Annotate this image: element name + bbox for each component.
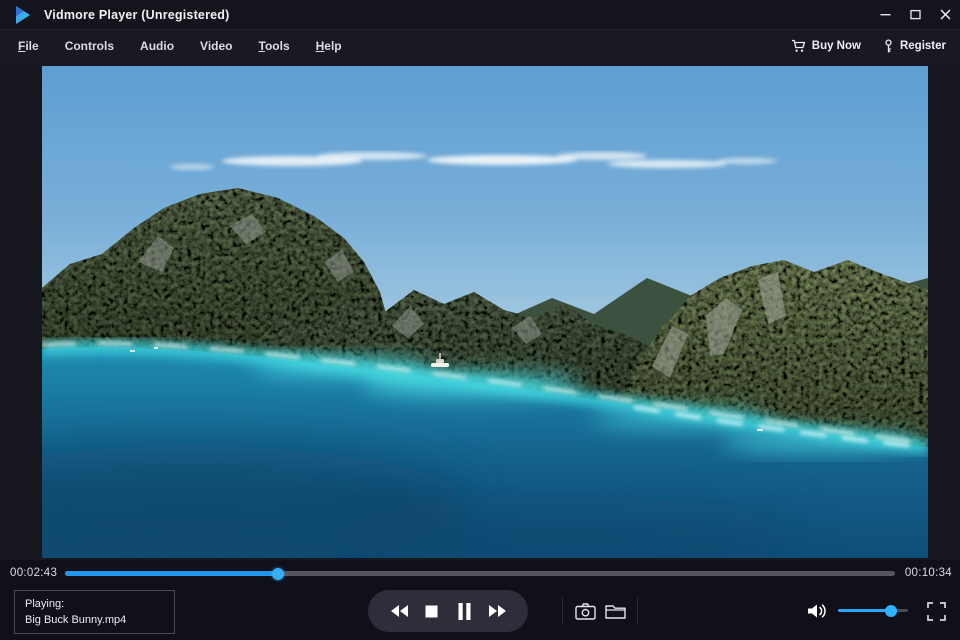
stop-icon: [425, 605, 438, 618]
close-icon: [940, 9, 951, 20]
divider: [562, 598, 563, 624]
divider: [637, 598, 638, 624]
menu-file[interactable]: File: [0, 30, 52, 62]
maximize-icon: [910, 9, 921, 20]
volume-handle[interactable]: [885, 605, 897, 617]
window-title: Vidmore Player (Unregistered): [44, 8, 230, 22]
seek-progress: [65, 571, 278, 576]
volume-slider[interactable]: [838, 609, 908, 612]
now-playing-box: Playing: Big Buck Bunny.mp4: [14, 590, 175, 634]
elapsed-time: 00:02:43: [10, 567, 57, 579]
now-playing-label: Playing:: [25, 596, 164, 612]
menu-video[interactable]: Video: [187, 30, 245, 62]
cart-icon: [791, 39, 806, 53]
now-playing-filename: Big Buck Bunny.mp4: [25, 612, 164, 628]
forward-button[interactable]: [485, 598, 511, 624]
register-label: Register: [900, 40, 946, 52]
seek-bar[interactable]: [65, 571, 895, 576]
menu-audio[interactable]: Audio: [127, 30, 187, 62]
menu-bar: File Controls Audio Video Tools Help Buy…: [0, 30, 960, 62]
menu-controls[interactable]: Controls: [52, 30, 127, 62]
fullscreen-button[interactable]: [924, 599, 948, 623]
volume-level: [838, 609, 891, 612]
speaker-icon: [807, 602, 828, 620]
video-scene: [42, 66, 928, 558]
fullscreen-icon: [927, 602, 946, 621]
minimize-icon: [880, 9, 891, 20]
rewind-button[interactable]: [386, 598, 412, 624]
open-folder-button[interactable]: [603, 599, 627, 623]
buy-now-label: Buy Now: [812, 40, 861, 52]
seek-handle[interactable]: [272, 568, 284, 580]
video-stage: [0, 62, 960, 560]
seek-row: 00:02:43 00:10:34: [0, 560, 960, 588]
close-button[interactable]: [930, 0, 960, 29]
duration-time: 00:10:34: [905, 567, 952, 579]
stop-button[interactable]: [419, 598, 445, 624]
transport-controls: [368, 590, 528, 632]
menu-tools[interactable]: Tools: [246, 30, 303, 62]
folder-icon: [605, 603, 626, 619]
menu-help[interactable]: Help: [303, 30, 355, 62]
control-bar: Playing: Big Buck Bunny.mp4: [0, 588, 960, 640]
key-icon: [883, 39, 894, 54]
maximize-button[interactable]: [900, 0, 930, 29]
menubar-right: Buy Now Register: [791, 39, 960, 54]
window-controls: [870, 0, 960, 29]
rewind-icon: [389, 603, 409, 619]
video-frame[interactable]: [42, 66, 928, 558]
app-logo-icon: [13, 5, 33, 25]
pause-button[interactable]: [452, 598, 478, 624]
title-bar: Vidmore Player (Unregistered): [0, 0, 960, 30]
buy-now-button[interactable]: Buy Now: [791, 39, 861, 53]
camera-icon: [575, 603, 596, 620]
app-window: Vidmore Player (Unregistered) File Contr…: [0, 0, 960, 640]
minimize-button[interactable]: [870, 0, 900, 29]
register-button[interactable]: Register: [883, 39, 946, 54]
snapshot-button[interactable]: [573, 599, 597, 623]
mute-button[interactable]: [805, 599, 829, 623]
pause-icon: [458, 603, 471, 620]
fast-forward-icon: [488, 603, 508, 619]
